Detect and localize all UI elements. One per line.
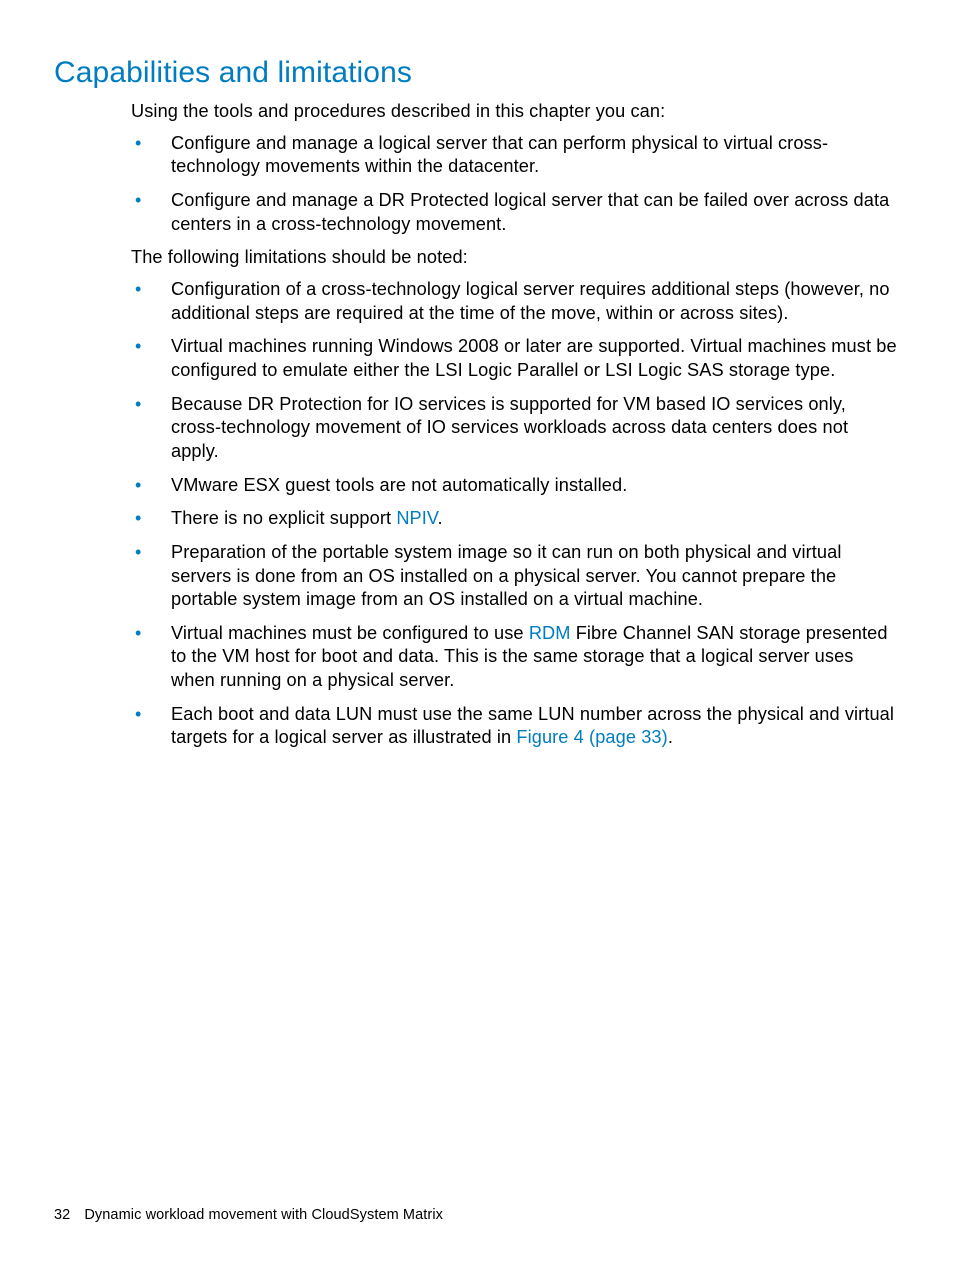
section-heading: Capabilities and limitations [54, 56, 900, 90]
text-fragment: . [438, 508, 443, 528]
list-item: Preparation of the portable system image… [131, 541, 900, 612]
list-item: Virtual machines running Windows 2008 or… [131, 335, 900, 382]
page-number: 32 [54, 1207, 70, 1223]
page-footer: 32 Dynamic workload movement with CloudSy… [54, 1207, 443, 1223]
list-item: Because DR Protection for IO services is… [131, 393, 900, 464]
link-npiv[interactable]: NPIV [396, 508, 437, 528]
list-item: There is no explicit support NPIV. [131, 507, 900, 531]
text-fragment: Virtual machines must be configured to u… [171, 623, 529, 643]
text-fragment: There is no explicit support [171, 508, 396, 528]
list-item: Configure and manage a logical server th… [131, 132, 900, 179]
body-block: Using the tools and procedures described… [131, 100, 900, 750]
text-fragment: . [668, 727, 673, 747]
limitations-list: Configuration of a cross-technology logi… [131, 278, 900, 750]
capabilities-list: Configure and manage a logical server th… [131, 132, 900, 237]
list-item: Configuration of a cross-technology logi… [131, 278, 900, 325]
list-item: VMware ESX guest tools are not automatic… [131, 474, 900, 498]
page: Capabilities and limitations Using the t… [0, 0, 954, 1271]
intro-limitations: The following limitations should be note… [131, 246, 900, 270]
link-rdm[interactable]: RDM [529, 623, 571, 643]
list-item: Virtual machines must be configured to u… [131, 622, 900, 693]
link-figure-4[interactable]: Figure 4 (page 33) [516, 727, 667, 747]
list-item: Each boot and data LUN must use the same… [131, 703, 900, 750]
intro-capabilities: Using the tools and procedures described… [131, 100, 900, 124]
list-item: Configure and manage a DR Protected logi… [131, 189, 900, 236]
footer-title: Dynamic workload movement with CloudSyst… [84, 1207, 443, 1223]
